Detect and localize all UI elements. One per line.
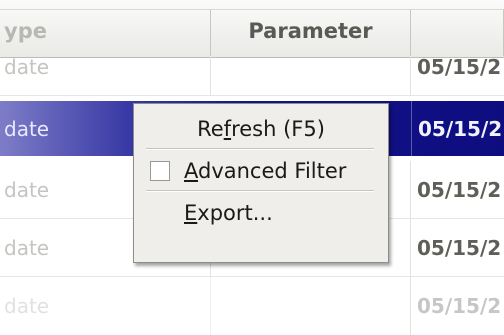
cell-date: 05/15/2 (417, 294, 502, 318)
menu-item-advanced-filter[interactable]: Advanced Filter (134, 152, 388, 190)
column-header-date[interactable] (411, 10, 504, 56)
cell-parameter (211, 57, 411, 95)
advanced-filter-checkbox[interactable] (150, 161, 170, 181)
advanced-filter-label: Advanced Filter (184, 159, 346, 183)
table-header: ype Parameter (0, 0, 504, 58)
cell-date: 05/15/2 (417, 235, 502, 260)
export-mnemonic: E (184, 201, 198, 225)
refresh-label-post: resh (F5) (231, 117, 325, 141)
refresh-label-pre: Re (197, 117, 224, 141)
cell-date: 05/15/2 (417, 177, 502, 202)
menu-item-export[interactable]: Export... (134, 194, 388, 232)
cell-type: date (0, 57, 211, 95)
menu-item-refresh[interactable]: Re f resh (F5) (134, 110, 388, 148)
menu-separator (146, 148, 374, 150)
context-menu: Re f resh (F5) Advanced Filter Export... (133, 103, 389, 263)
cell-parameter (211, 277, 411, 335)
menu-separator (146, 190, 374, 192)
cell-date: 05/15/2 (417, 55, 502, 79)
table-row[interactable]: date 05/15/2 (0, 277, 504, 335)
advanced-filter-mnemonic: A (184, 159, 198, 183)
export-label-post: xport... (197, 201, 273, 225)
refresh-mnemonic: f (223, 117, 232, 141)
column-header-parameter[interactable]: Parameter (211, 10, 411, 56)
cell-type: date (0, 277, 211, 335)
column-header-type[interactable]: ype (0, 10, 211, 56)
table-row[interactable]: date 05/15/2 (0, 57, 504, 96)
cell-date: 05/15/2 (411, 101, 504, 156)
advanced-filter-label-post: dvanced Filter (198, 159, 347, 183)
